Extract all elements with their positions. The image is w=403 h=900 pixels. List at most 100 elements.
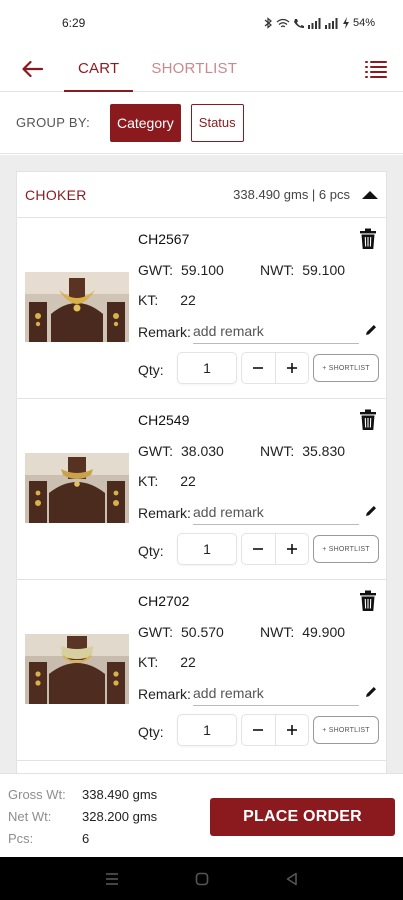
minus-icon	[253, 729, 264, 731]
remark-label: Remark:	[138, 505, 191, 521]
back-nav-icon[interactable]	[285, 872, 299, 886]
order-summary-footer: Gross Wt: 338.490 gms Net Wt: 328.200 gm…	[0, 773, 403, 857]
bluetooth-icon	[264, 17, 272, 29]
category-summary-text: 338.490 gms | 6 pcs	[233, 187, 350, 202]
signal-icon-2	[324, 17, 338, 29]
top-bar: CART SHORTLIST	[0, 46, 403, 92]
qty-label: Qty:	[138, 724, 164, 740]
category-title: CHOKER	[25, 186, 87, 203]
group-by-status-chip[interactable]: Status	[190, 103, 244, 142]
remark-input[interactable]	[193, 499, 359, 525]
tab-cart[interactable]: CART	[64, 46, 134, 92]
nwt-value: 35.830	[302, 443, 346, 459]
remark-input[interactable]	[193, 318, 359, 344]
pencil-icon[interactable]	[364, 504, 378, 518]
gwt-label: GWT:	[138, 624, 173, 640]
menu-icon	[365, 61, 387, 78]
product-image[interactable]	[25, 634, 129, 704]
status-bar: 6:29 54%	[0, 0, 403, 46]
remark-input[interactable]	[193, 680, 359, 706]
pencil-icon[interactable]	[364, 323, 378, 337]
net-weight-value: 328.200 gms	[82, 809, 158, 824]
back-arrow-icon	[22, 60, 43, 77]
home-icon[interactable]	[195, 872, 209, 886]
pieces-row: Pcs: 6	[8, 831, 89, 846]
battery-level: 54%	[352, 17, 375, 29]
category-group-card: CHOKER 338.490 gms | 6 pcs CH2567 GWT: 5…	[16, 171, 387, 773]
kt-label: KT:	[138, 473, 159, 489]
plus-icon	[286, 544, 297, 554]
plus-icon	[286, 725, 297, 735]
wifi-icon	[276, 18, 290, 27]
back-button[interactable]	[0, 46, 64, 92]
kt-label: KT:	[138, 654, 159, 670]
tab-shortlist[interactable]: SHORTLIST	[137, 46, 251, 92]
nwt-value: 59.100	[302, 262, 346, 278]
minus-icon	[253, 548, 264, 550]
nwt-field: NWT: 49.900	[260, 624, 345, 640]
increase-button[interactable]	[274, 715, 309, 745]
gwt-value: 38.030	[181, 443, 224, 459]
signal-icon	[307, 17, 321, 29]
quantity-stepper	[241, 352, 309, 384]
product-image[interactable]	[25, 453, 129, 523]
plus-icon	[286, 363, 297, 373]
gwt-value: 59.100	[181, 262, 224, 278]
kt-value: 22	[180, 654, 196, 670]
pencil-icon[interactable]	[364, 685, 378, 699]
status-time: 6:29	[62, 16, 86, 30]
call-icon	[293, 18, 304, 28]
place-order-button[interactable]: PLACE ORDER	[210, 798, 395, 836]
add-to-shortlist-button[interactable]: + SHORTLIST	[313, 716, 379, 744]
nwt-field: NWT: 59.100	[260, 262, 345, 278]
nwt-label: NWT:	[260, 443, 295, 459]
cart-item-partial	[17, 761, 386, 773]
group-by-category-chip[interactable]: Category	[109, 103, 181, 142]
trash-icon[interactable]	[358, 409, 378, 431]
group-by-bar: GROUP BY: Category Status	[0, 92, 403, 154]
recent-apps-icon[interactable]	[105, 872, 119, 886]
menu-button[interactable]	[363, 56, 389, 82]
cart-item: CH2567 GWT: 59.100 NWT: 59.100 KT: 22 Remar…	[17, 218, 386, 399]
add-to-shortlist-button[interactable]: + SHORTLIST	[313, 354, 379, 382]
gwt-value: 50.570	[181, 624, 224, 640]
trash-icon[interactable]	[358, 228, 378, 250]
qty-field[interactable]: 1	[177, 714, 237, 746]
nwt-label: NWT:	[260, 624, 295, 640]
gross-weight-row: Gross Wt: 338.490 gms	[8, 787, 157, 802]
product-image[interactable]	[25, 272, 129, 342]
caret-up-icon[interactable]	[362, 190, 378, 199]
gross-weight-label: Gross Wt:	[8, 787, 66, 802]
quantity-stepper	[241, 533, 309, 565]
group-by-label: GROUP BY:	[16, 115, 90, 130]
nwt-value: 49.900	[302, 624, 346, 640]
net-weight-label: Net Wt:	[8, 809, 52, 824]
item-code: CH2702	[138, 593, 190, 609]
net-weight-row: Net Wt: 328.200 gms	[8, 809, 157, 824]
qty-label: Qty:	[138, 543, 164, 559]
gwt-field: GWT: 59.100	[138, 262, 224, 278]
add-to-shortlist-button[interactable]: + SHORTLIST	[313, 535, 379, 563]
pieces-value: 6	[82, 831, 90, 846]
category-group-header[interactable]: CHOKER 338.490 gms | 6 pcs	[17, 172, 386, 218]
increase-button[interactable]	[274, 534, 309, 564]
item-code: CH2549	[138, 412, 190, 428]
decrease-button[interactable]	[242, 353, 275, 383]
decrease-button[interactable]	[242, 534, 275, 564]
qty-label: Qty:	[138, 362, 164, 378]
gross-weight-value: 338.490 gms	[82, 787, 158, 802]
qty-field[interactable]: 1	[177, 533, 237, 565]
system-navigation-bar	[0, 857, 403, 900]
qty-field[interactable]: 1	[177, 352, 237, 384]
increase-button[interactable]	[274, 353, 309, 383]
decrease-button[interactable]	[242, 715, 275, 745]
pieces-label: Pcs:	[8, 831, 34, 846]
kt-field: KT: 22	[138, 473, 196, 489]
trash-icon[interactable]	[358, 590, 378, 612]
kt-field: KT: 22	[138, 292, 196, 308]
cart-item: CH2549 GWT: 38.030 NWT: 35.830 KT: 22 Remar…	[17, 399, 386, 580]
minus-icon	[253, 367, 264, 369]
cart-list[interactable]: CHOKER 338.490 gms | 6 pcs CH2567 GWT: 5…	[0, 155, 403, 773]
kt-value: 22	[180, 292, 196, 308]
cart-item: CH2702 GWT: 50.570 NWT: 49.900 KT: 22 Remar…	[17, 580, 386, 761]
